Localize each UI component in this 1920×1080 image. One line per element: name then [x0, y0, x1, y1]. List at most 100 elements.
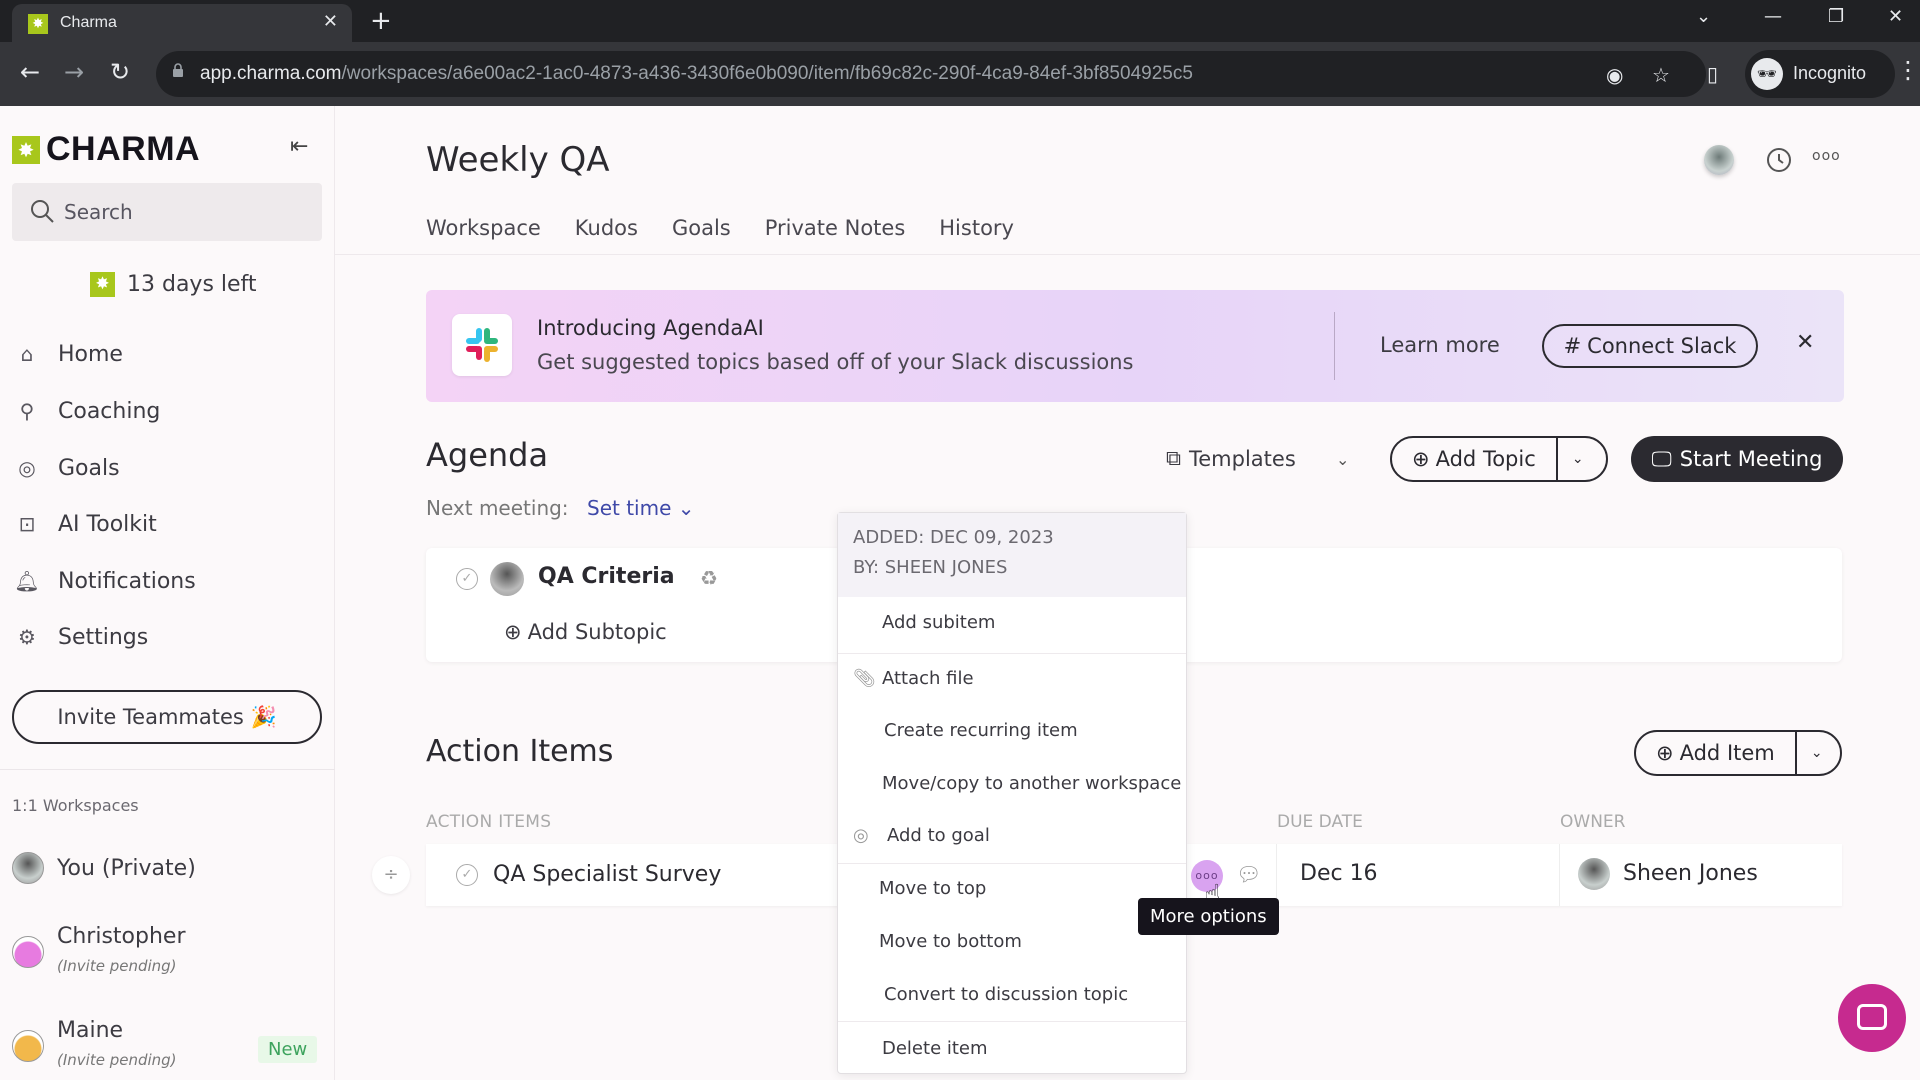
chat-icon	[1857, 1004, 1887, 1030]
learn-more-link[interactable]: Learn more	[1380, 333, 1500, 357]
tab-workspace[interactable]: Workspace	[426, 216, 541, 240]
sidebar-item-ai-toolkit[interactable]: ⊡ AI Toolkit	[14, 504, 314, 544]
complete-checkbox[interactable]: ✓	[456, 864, 478, 886]
tab-history[interactable]: History	[939, 216, 1014, 240]
menu-item-move-to-bottom[interactable]: Move to bottom	[838, 918, 1186, 966]
tab-search-icon[interactable]: ⌄	[1696, 6, 1711, 27]
target-icon: ◎	[853, 825, 869, 846]
search-input[interactable]: Search	[12, 183, 322, 241]
column-header-action-items: ACTION ITEMS	[426, 812, 552, 832]
add-topic-button[interactable]: ⊕ Add Topic	[1392, 438, 1558, 480]
cell-divider	[1559, 844, 1560, 906]
plus-circle-icon: ⊕	[1656, 741, 1674, 765]
owner-name[interactable]: Sheen Jones	[1623, 861, 1758, 886]
incognito-profile[interactable]: 🕶 Incognito	[1745, 50, 1895, 98]
charma-favicon-icon: ✸	[28, 14, 48, 34]
item-context-menu: ADDED: DEC 09, 2023 BY: SHEEN JONES Add …	[837, 512, 1187, 1074]
workspace-item[interactable]: You (Private)	[12, 846, 322, 902]
chevron-down-icon[interactable]: ⌄	[1336, 450, 1349, 469]
menu-item-create-recurring[interactable]: Create recurring item	[838, 707, 1186, 755]
restore-icon[interactable]: ❐	[1828, 6, 1844, 27]
incognito-icon: 🕶	[1751, 58, 1783, 90]
menu-item-attach-file[interactable]: 📎︎ Attach file	[838, 655, 1186, 703]
set-time-dropdown[interactable]: Set time ⌄	[587, 496, 695, 520]
due-date[interactable]: Dec 16	[1300, 861, 1378, 886]
chevron-down-icon: ⌄	[677, 496, 695, 520]
menu-divider	[838, 1021, 1186, 1022]
item-metadata: ADDED: DEC 09, 2023 BY: SHEEN JONES	[838, 513, 1186, 597]
browser-tab[interactable]: ✸ Charma ✕	[12, 4, 352, 42]
presentation-icon: 🖵	[1651, 446, 1672, 471]
target-icon: ◎	[18, 456, 36, 480]
reload-icon[interactable]: ↻	[110, 58, 130, 86]
window-close-icon[interactable]: ✕	[1888, 6, 1903, 27]
recurring-icon[interactable]: ♻	[700, 566, 718, 590]
menu-item-delete[interactable]: Delete item	[838, 1025, 1186, 1073]
added-by: BY: SHEEN JONES	[853, 557, 1008, 578]
sidebar-item-goals[interactable]: ◎ Goals	[14, 448, 314, 488]
start-meeting-button[interactable]: 🖵 Start Meeting	[1631, 436, 1843, 482]
forward-icon[interactable]: →	[64, 58, 84, 86]
workspaces-heading: 1:1 Workspaces	[12, 796, 139, 815]
workspace-item[interactable]: Christopher (Invite pending)	[12, 922, 322, 978]
plus-circle-icon: ⊕	[1412, 447, 1430, 471]
new-badge: New	[258, 1036, 318, 1063]
sidebar-item-home[interactable]: ⌂ Home	[14, 334, 314, 374]
topic-title[interactable]: QA Criteria	[538, 564, 675, 589]
complete-checkbox[interactable]: ✓	[456, 568, 478, 590]
avatar	[1578, 858, 1610, 890]
comment-icon[interactable]: 💬︎	[1236, 862, 1261, 886]
browser-menu-icon[interactable]: ⋮	[1896, 56, 1920, 84]
add-subtopic-button[interactable]: ⊕ Add Subtopic	[504, 620, 667, 644]
lock-icon	[173, 63, 183, 77]
tab-private-notes[interactable]: Private Notes	[765, 216, 906, 240]
minimize-icon[interactable]: —	[1764, 6, 1782, 27]
charma-logo[interactable]: ✸ CHARMA	[12, 130, 200, 169]
address-bar[interactable]: app.charma.com/workspaces/a6e00ac2-1ac0-…	[156, 51, 1706, 97]
menu-item-convert-to-topic[interactable]: Convert to discussion topic	[838, 971, 1186, 1019]
charma-trial-icon: ✸	[90, 272, 115, 297]
sidebar-item-notifications[interactable]: 🔔︎ Notifications	[14, 561, 314, 601]
invite-teammates-button[interactable]: Invite Teammates 🎉	[12, 690, 322, 744]
browser-tab-bar: ✸ Charma ✕ + ⌄ — ❐ ✕	[0, 0, 1920, 42]
collapse-sidebar-icon[interactable]: ⇤	[290, 134, 308, 159]
menu-divider	[838, 863, 1186, 864]
column-header-due-date: DUE DATE	[1277, 812, 1363, 832]
banner-divider	[1334, 312, 1335, 380]
tracking-off-icon[interactable]: ◉	[1606, 63, 1623, 87]
history-clock-icon[interactable]	[1766, 147, 1792, 173]
connect-slack-button[interactable]: # Connect Slack	[1542, 324, 1758, 368]
menu-item-add-to-goal[interactable]: ◎ Add to goal	[838, 812, 1186, 860]
menu-item-move-to-top[interactable]: Move to top	[838, 865, 1186, 913]
new-tab-button[interactable]: +	[370, 6, 392, 36]
back-icon[interactable]: ←	[20, 58, 40, 86]
add-topic-split-button: ⊕ Add Topic ⌄	[1390, 436, 1608, 482]
close-banner-icon[interactable]: ✕	[1796, 330, 1814, 355]
add-item-button[interactable]: ⊕ Add Item	[1636, 732, 1797, 774]
templates-button[interactable]: ⧉ Templates	[1166, 446, 1296, 471]
drag-handle-icon[interactable]: ÷	[372, 856, 410, 894]
menu-item-move-copy[interactable]: Move/copy to another workspace	[838, 760, 1186, 808]
workspace-item[interactable]: Maine (Invite pending) New	[12, 1016, 322, 1072]
side-panel-icon[interactable]: ▯	[1707, 62, 1718, 86]
tab-goals[interactable]: Goals	[672, 216, 731, 240]
add-item-dropdown-icon[interactable]: ⌄	[1797, 745, 1837, 761]
banner-subtext: Get suggested topics based off of your S…	[537, 350, 1134, 374]
sidebar-item-settings[interactable]: ⚙ Settings	[14, 617, 314, 657]
tab-kudos[interactable]: Kudos	[575, 216, 638, 240]
bookmark-star-icon[interactable]: ☆	[1652, 63, 1670, 87]
trial-status[interactable]: ✸ 13 days left	[90, 272, 257, 297]
paperclip-icon: 📎︎	[853, 668, 876, 689]
avatar[interactable]	[1704, 145, 1734, 175]
action-item-title[interactable]: QA Specialist Survey	[493, 862, 721, 887]
workspace-tabs: Workspace Kudos Goals Private Notes Hist…	[426, 216, 1014, 240]
sidebar-item-coaching[interactable]: ⚲ Coaching	[14, 391, 314, 431]
close-tab-icon[interactable]: ✕	[323, 11, 338, 32]
whistle-icon: ⚲	[19, 399, 35, 423]
menu-item-add-subitem[interactable]: Add subitem	[838, 599, 1186, 647]
more-options-icon[interactable]: ooo	[1812, 148, 1841, 164]
chat-support-button[interactable]	[1838, 984, 1906, 1052]
add-topic-dropdown-icon[interactable]: ⌄	[1558, 451, 1598, 467]
bell-icon: 🔔︎	[14, 569, 40, 593]
agenda-heading: Agenda	[426, 436, 549, 474]
